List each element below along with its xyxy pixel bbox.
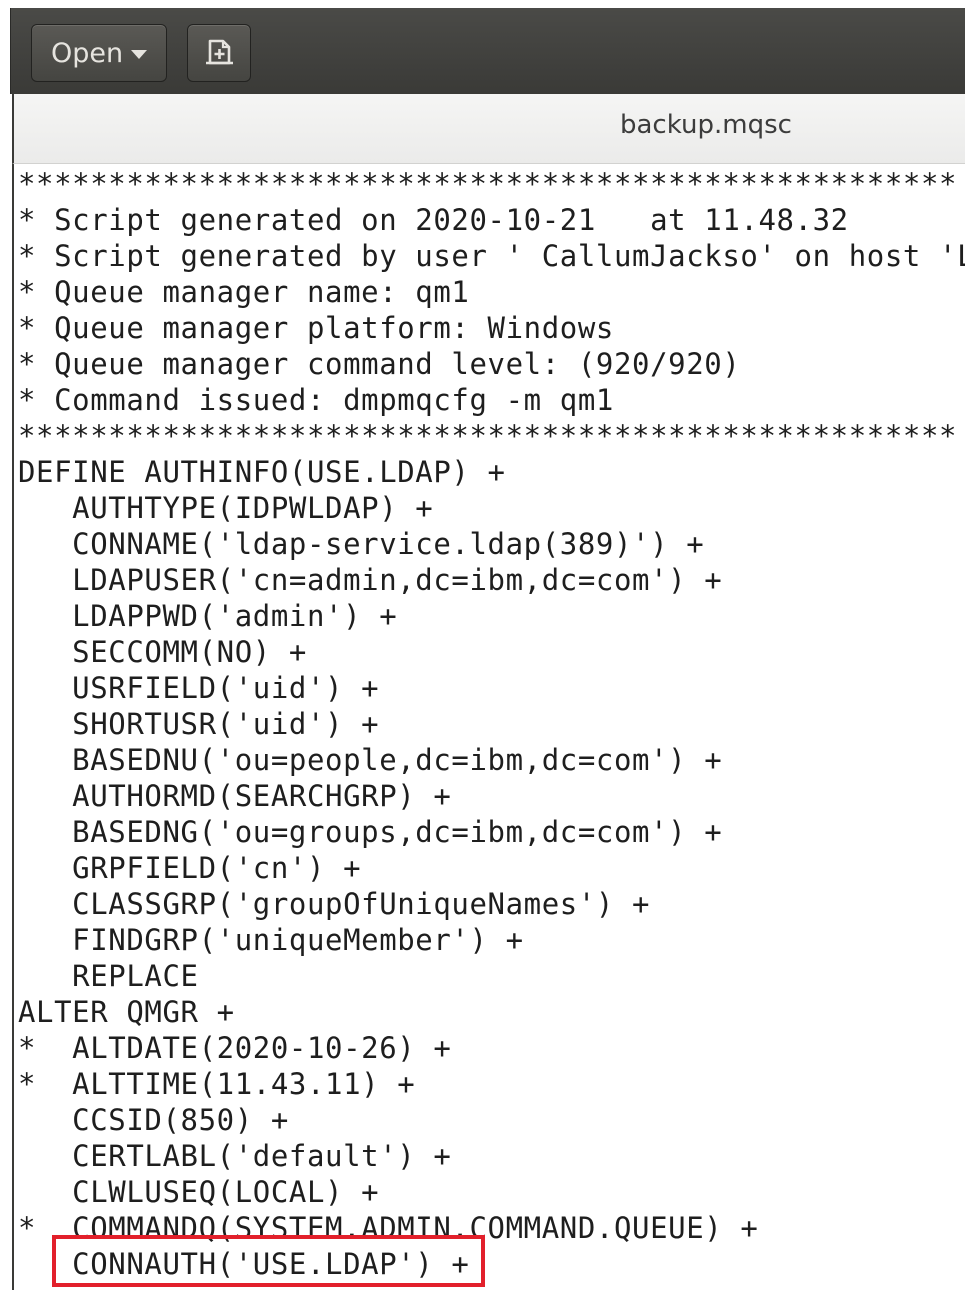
open-button-label: Open xyxy=(50,37,124,69)
editor-line: CONNAME('ldap-service.ldap(389)') + xyxy=(18,527,705,561)
header-bar: Open xyxy=(10,8,965,94)
editor-line: * Command issued: dmpmqcfg -m qm1 xyxy=(18,383,614,417)
editor-line: USRFIELD('uid') + xyxy=(18,671,380,705)
editor-line: SHORTUSR('uid') + xyxy=(18,707,380,741)
editor-line: AUTHTYPE(IDPWLDAP) + xyxy=(18,491,434,525)
editor-line: CERTLABL('default') + xyxy=(18,1139,452,1173)
gedit-window: Open backup.mqsc ***********************… xyxy=(0,0,965,1290)
new-document-button[interactable] xyxy=(187,24,251,82)
editor-line: * COMMANDQ(SYSTEM.ADMIN.COMMAND.QUEUE) + xyxy=(18,1211,759,1245)
document-tab-title[interactable]: backup.mqsc xyxy=(620,110,792,140)
editor-line: GRPFIELD('cn') + xyxy=(18,851,362,885)
document-tab-bar: backup.mqsc xyxy=(12,94,965,164)
editor-line: CONNAUTH('USE.LDAP') + xyxy=(18,1247,470,1281)
text-editor[interactable]: ****************************************… xyxy=(12,164,965,1290)
editor-line: * Script generated on 2020-10-21 at 11.4… xyxy=(18,203,849,237)
editor-line: * Queue manager command level: (920/920) xyxy=(18,347,741,381)
editor-line: AUTHORMD(SEARCHGRP) + xyxy=(18,779,452,813)
editor-line: CCSID(850) + xyxy=(18,1103,289,1137)
editor-line: LDAPPWD('admin') + xyxy=(18,599,398,633)
editor-line: * Queue manager name: qm1 xyxy=(18,275,470,309)
editor-lines: ****************************************… xyxy=(18,166,965,1282)
editor-line: * ALTDATE(2020-10-26) + xyxy=(18,1031,452,1065)
editor-line: BASEDNU('ou=people,dc=ibm,dc=com') + xyxy=(18,743,723,777)
new-document-icon xyxy=(206,39,233,65)
editor-line: BASEDNG('ou=groups,dc=ibm,dc=com') + xyxy=(18,815,723,849)
editor-line: LDAPUSER('cn=admin,dc=ibm,dc=com') + xyxy=(18,563,723,597)
editor-line: SECCOMM(NO) + xyxy=(18,635,307,669)
editor-line: FINDGRP('uniqueMember') + xyxy=(18,923,524,957)
editor-line: DEFINE AUTHINFO(USE.LDAP) + xyxy=(18,455,506,489)
open-button[interactable]: Open xyxy=(31,24,167,82)
editor-line: CLASSGRP('groupOfUniqueNames') + xyxy=(18,887,651,921)
editor-line: REPLACE xyxy=(18,959,199,993)
editor-line: ALTER QMGR + xyxy=(18,995,235,1029)
editor-line: * Queue manager platform: Windows xyxy=(18,311,614,345)
editor-line: * ALTTIME(11.43.11) + xyxy=(18,1067,416,1101)
editor-line: ****************************************… xyxy=(18,419,958,453)
chevron-down-icon xyxy=(131,50,148,59)
editor-line: * Script generated by user ' CallumJacks… xyxy=(18,239,965,273)
editor-line: ****************************************… xyxy=(18,167,958,201)
editor-line: CLWLUSEQ(LOCAL) + xyxy=(18,1175,380,1209)
